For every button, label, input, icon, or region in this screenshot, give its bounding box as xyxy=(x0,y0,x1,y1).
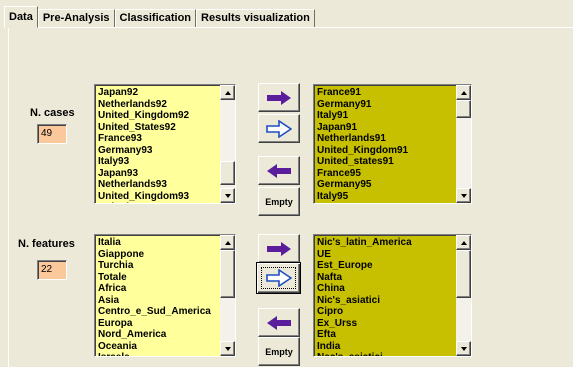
solid-left-arrow-icon xyxy=(267,315,291,330)
tab-pre-analysis[interactable]: Pre-Analysis xyxy=(37,9,115,28)
list-item[interactable]: Oceania xyxy=(98,341,235,353)
list-item[interactable]: China xyxy=(317,283,471,295)
focus-rectangle xyxy=(261,267,296,289)
features-count-label: N. features xyxy=(18,238,75,250)
list-item[interactable]: Netherlands93 xyxy=(98,179,235,191)
features-empty-button[interactable]: Empty xyxy=(258,337,300,366)
features-add-all-button[interactable] xyxy=(256,262,301,294)
list-item[interactable]: Est_Europe xyxy=(317,260,471,272)
features-available-scrollbar[interactable] xyxy=(220,235,235,356)
scroll-thumb[interactable] xyxy=(220,250,235,298)
list-item[interactable]: Nic's_asiatici xyxy=(317,295,471,307)
tab-results-visualization[interactable]: Results visualization xyxy=(196,9,315,28)
list-item[interactable]: UE xyxy=(317,249,471,261)
features-selected-scrollbar[interactable] xyxy=(456,235,471,356)
scroll-up-icon xyxy=(224,90,231,95)
list-item[interactable]: Japan91 xyxy=(317,122,471,134)
list-item[interactable]: Ex_Urss xyxy=(317,318,471,330)
cases-count-label: N. cases xyxy=(30,107,75,119)
list-item[interactable]: Italy93 xyxy=(98,156,235,168)
outline-right-arrow-icon xyxy=(266,119,292,138)
list-item[interactable]: Italia xyxy=(98,237,235,249)
list-item[interactable]: Nic's_latin_America xyxy=(317,237,471,249)
list-item[interactable]: Europa xyxy=(98,318,235,330)
scroll-up-icon xyxy=(460,240,467,245)
scroll-down-button[interactable] xyxy=(220,341,235,356)
scroll-up-button[interactable] xyxy=(456,235,471,250)
scroll-down-icon xyxy=(460,193,467,198)
scroll-down-icon xyxy=(224,346,231,351)
tab-classification[interactable]: Classification xyxy=(114,9,197,28)
cases-add-button[interactable] xyxy=(258,83,300,112)
list-item[interactable]: United_Kingdom92 xyxy=(98,110,235,122)
list-item[interactable]: Giappone xyxy=(98,249,235,261)
list-item[interactable]: Totale xyxy=(98,272,235,284)
scroll-down-icon xyxy=(224,193,231,198)
scroll-up-button[interactable] xyxy=(220,235,235,250)
list-item[interactable]: France93 xyxy=(98,133,235,145)
cases-available-list[interactable]: Japan92 Netherlands92 United_Kingdom92 Unit… xyxy=(94,84,236,204)
tab-bar: Data Pre-Analysis Classification Results… xyxy=(4,6,315,28)
list-item[interactable]: Africa xyxy=(98,283,235,295)
list-item[interactable]: France91 xyxy=(317,87,471,99)
solid-right-arrow-icon xyxy=(267,241,291,256)
list-item[interactable]: Germany95 xyxy=(317,179,471,191)
list-item[interactable]: United_states91 xyxy=(317,156,471,168)
cases-selected-scrollbar[interactable] xyxy=(456,85,471,203)
solid-right-arrow-icon xyxy=(267,90,291,105)
list-item[interactable]: United_States92 xyxy=(98,122,235,134)
list-item[interactable]: United_States93 xyxy=(98,202,235,203)
list-item[interactable]: Centro_e_Sud_America xyxy=(98,306,235,318)
cases-remove-button[interactable] xyxy=(258,156,300,185)
list-item[interactable]: Asia xyxy=(98,295,235,307)
features-remove-button[interactable] xyxy=(258,308,300,337)
list-item[interactable]: Cipro xyxy=(317,306,471,318)
scroll-down-icon xyxy=(460,346,467,351)
features-selected-list[interactable]: Nic's_latin_America UE Est_Europe Nafta Chin… xyxy=(313,234,472,357)
scroll-thumb[interactable] xyxy=(456,100,471,118)
list-item[interactable]: Nafta xyxy=(317,272,471,284)
list-item[interactable]: Germany93 xyxy=(98,145,235,157)
list-item[interactable]: Japan93 xyxy=(98,168,235,180)
list-item[interactable]: Efta xyxy=(317,329,471,341)
scroll-down-button[interactable] xyxy=(456,188,471,203)
solid-left-arrow-icon xyxy=(267,163,291,178)
list-item[interactable]: United_Kingdom91 xyxy=(317,145,471,157)
scroll-thumb[interactable] xyxy=(456,250,471,298)
scroll-up-icon xyxy=(224,240,231,245)
scroll-down-button[interactable] xyxy=(220,188,235,203)
list-item[interactable]: Nec's_asiatici xyxy=(317,352,471,356)
list-item[interactable]: Nord_America xyxy=(98,329,235,341)
list-item[interactable]: Turchia xyxy=(98,260,235,272)
cases-add-all-button[interactable] xyxy=(258,114,300,143)
features-available-list[interactable]: Italia Giappone Turchia Totale Africa Asia Cen… xyxy=(94,234,236,357)
list-item[interactable]: Japan95 xyxy=(317,202,471,203)
scroll-down-button[interactable] xyxy=(456,341,471,356)
features-add-button[interactable] xyxy=(258,234,300,263)
list-item[interactable]: France95 xyxy=(317,168,471,180)
scroll-thumb[interactable] xyxy=(220,161,235,185)
list-item[interactable]: Italy95 xyxy=(317,191,471,203)
scroll-up-button[interactable] xyxy=(220,85,235,100)
list-item[interactable]: Israele xyxy=(98,352,235,356)
list-item[interactable]: Germany91 xyxy=(317,99,471,111)
tab-data[interactable]: Data xyxy=(4,6,38,28)
cases-empty-button[interactable]: Empty xyxy=(258,187,300,216)
list-item[interactable]: Netherlands91 xyxy=(317,133,471,145)
list-item[interactable]: Netherlands92 xyxy=(98,99,235,111)
list-item[interactable]: India xyxy=(317,341,471,353)
list-item[interactable]: United_Kingdom93 xyxy=(98,191,235,203)
features-count-field: 22 xyxy=(37,260,67,280)
cases-available-scrollbar[interactable] xyxy=(220,85,235,203)
list-item[interactable]: Japan92 xyxy=(98,87,235,99)
list-item[interactable]: Italy91 xyxy=(317,110,471,122)
cases-selected-list[interactable]: France91 Germany91 Italy91 Japan91 Netherlan… xyxy=(313,84,472,204)
scroll-up-icon xyxy=(460,90,467,95)
scroll-up-button[interactable] xyxy=(456,85,471,100)
cases-count-field: 49 xyxy=(37,124,67,144)
